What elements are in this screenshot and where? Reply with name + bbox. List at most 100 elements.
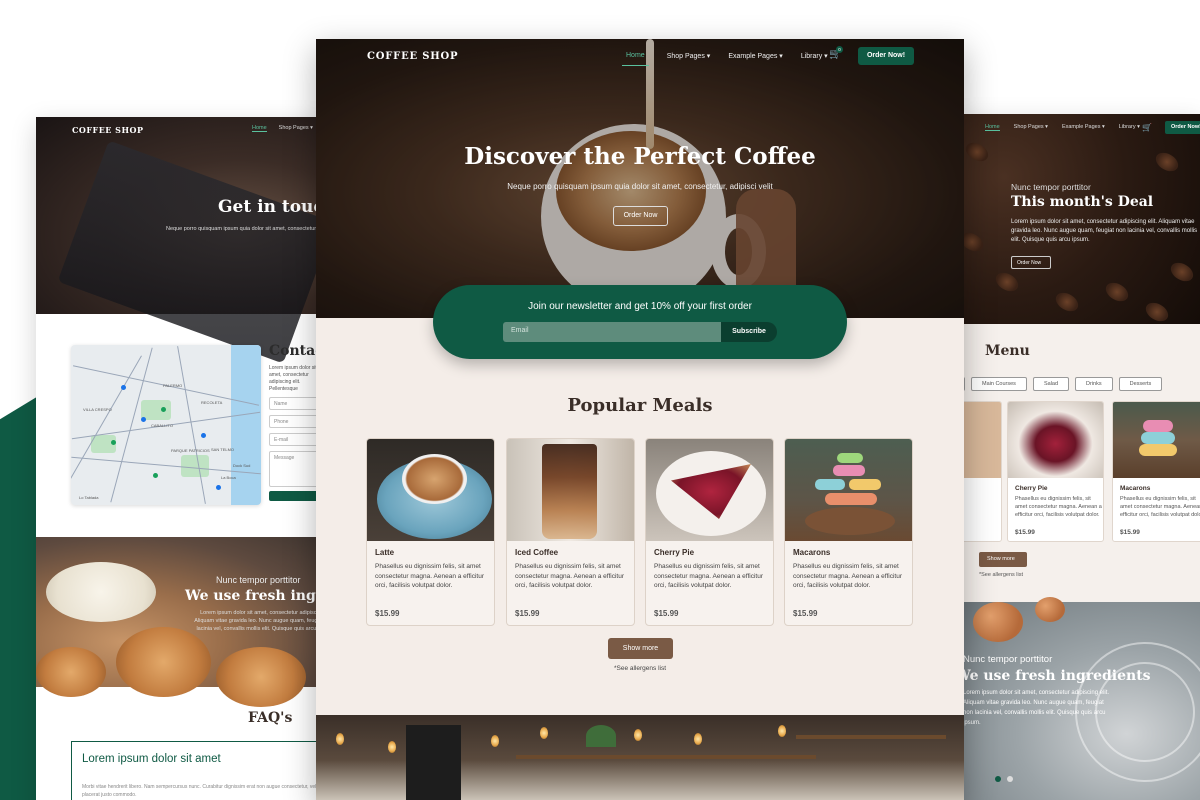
contact-subtitle: Neque porro quisquam ipsum quia dolor si… [166, 226, 317, 232]
nav-example-pages-label: Example Pages [728, 53, 778, 60]
lightbulb [634, 729, 642, 741]
menu-card-price: $15.99 [1015, 529, 1035, 536]
cafe-interior-banner [316, 715, 964, 800]
nav-home[interactable]: Home [622, 52, 649, 66]
menu-page-nav: Home Shop Pages ▾ Example Pages ▾ Librar… [985, 124, 1140, 131]
nav-library[interactable]: Library ▾ [1119, 124, 1140, 131]
map-pin-icon[interactable] [161, 407, 166, 412]
allergens-link[interactable]: *See allergens list [316, 665, 964, 672]
map-pin-icon[interactable] [216, 485, 221, 490]
nav-library[interactable]: Library ▾ [801, 52, 828, 66]
menu-card-title: Macarons [1120, 485, 1151, 492]
map-road [177, 346, 206, 504]
contact-title: Get in touch [218, 197, 326, 217]
fresh-text: Lorem ipsum dolor sit amet, consectetur … [194, 610, 326, 632]
coffee-bean [992, 269, 1022, 295]
menu-card[interactable]: Cherry Pie Phasellus eu dignissim felis,… [1007, 401, 1104, 542]
newsletter-email-input[interactable]: Email [503, 322, 723, 342]
nav-example-pages[interactable]: Example Pages ▾ [1062, 124, 1105, 131]
allergens-link[interactable]: *See allergens list [979, 572, 1023, 578]
menu-card[interactable]: Macarons Phasellus eu dignissim felis, s… [1112, 401, 1200, 542]
map-pin-icon[interactable] [141, 417, 146, 422]
main-nav: Home Shop Pages ▾ Example Pages ▾ Librar… [622, 52, 828, 66]
map-water [231, 345, 261, 505]
show-more-button[interactable]: Show more [979, 552, 1027, 567]
shelf [796, 735, 946, 739]
cherry-pie-image [1008, 402, 1103, 478]
meal-price: $15.99 [375, 609, 400, 618]
coffee-bean [1142, 299, 1172, 325]
meal-desc: Phasellus eu dignissim felis, sit amet c… [793, 563, 903, 589]
meal-card[interactable]: Latte Phasellus eu dignissim felis, sit … [366, 438, 495, 626]
menu-card-title: Cherry Pie [1015, 485, 1048, 492]
tab-salad[interactable]: Salad [1032, 377, 1070, 391]
meal-card[interactable]: Macarons Phasellus eu dignissim felis, s… [784, 438, 913, 626]
map-pin-icon[interactable] [201, 433, 206, 438]
faq-title: FAQ's [248, 710, 293, 726]
lightbulb [388, 741, 396, 753]
nav-shop-pages[interactable]: Shop Pages ▾ [1014, 124, 1048, 131]
meal-desc: Phasellus eu dignissim felis, sit amet c… [375, 563, 485, 589]
nav-example-pages[interactable]: Example Pages ▾ [728, 52, 783, 66]
macaron [849, 479, 881, 490]
meal-card[interactable]: Iced Coffee Phasellus eu dignissim felis… [506, 438, 635, 626]
faq-question[interactable]: Lorem ipsum dolor sit amet [82, 753, 221, 765]
macaron [837, 453, 863, 463]
map-label: PARQUE PATRICIOS [171, 448, 210, 453]
egg-image [973, 602, 1023, 642]
meal-title: Iced Coffee [515, 548, 559, 557]
nav-home[interactable]: Home [985, 124, 1000, 131]
chalkboard [406, 725, 461, 800]
map-pin-icon[interactable] [153, 473, 158, 478]
carousel-dot-active[interactable] [995, 776, 1001, 782]
meal-title: Latte [375, 548, 395, 557]
iced-coffee-glass [542, 444, 597, 539]
popular-meals-title: Popular Meals [567, 395, 713, 416]
map-pin-icon[interactable] [121, 385, 126, 390]
deal-kicker: Nunc tempor porttitor [1011, 182, 1091, 192]
nav-shop-pages[interactable]: Shop Pages ▾ [667, 52, 711, 66]
menu-card-desc: Phasellus eu dignissim felis, sit amet c… [1120, 496, 1200, 518]
fresh-title: We use fresh ingredients [185, 588, 326, 604]
butter-bowl-image [46, 562, 156, 622]
meal-title: Macarons [793, 548, 831, 557]
contact-hero-text: Get in touch Neque porro quisquam ipsum … [36, 117, 326, 317]
brand-logo[interactable]: COFFEE SHOP [367, 51, 458, 62]
deal-title: This month's Deal [1011, 194, 1154, 210]
nav-library-label: Library [800, 53, 823, 60]
hero-overlay [316, 39, 964, 318]
egg-image [1035, 597, 1065, 622]
hero-order-button[interactable]: Order Now [613, 206, 668, 226]
map-label: PALERMO [163, 383, 183, 388]
shelf [516, 755, 816, 759]
carousel-dot[interactable] [1007, 776, 1013, 782]
map-label: RECOLETA [201, 400, 223, 405]
menu-tabs: Main Courses Salad Drinks Desserts [955, 377, 1163, 391]
latte-cup [402, 454, 467, 504]
map-label: VILLA CRESPO [83, 407, 112, 412]
tab-drinks[interactable]: Drinks [1075, 377, 1113, 391]
map-pin-icon[interactable] [111, 440, 116, 445]
latte-image [367, 439, 494, 541]
macaron [815, 479, 845, 490]
wood-stand [805, 507, 895, 535]
deal-order-button[interactable]: Order Now [1011, 256, 1051, 269]
cart-icon[interactable]: 🛒 [1142, 123, 1152, 132]
meal-desc: Phasellus eu dignissim felis, sit amet c… [515, 563, 625, 589]
location-map[interactable]: PALERMO VILLA CRESPO CABALLITO RECOLETA … [71, 345, 261, 505]
fresh-text: Lorem ipsum dolor sit amet, consectetur … [963, 690, 1110, 726]
subscribe-button[interactable]: Subscribe [721, 322, 777, 342]
macarons-image [1113, 402, 1200, 478]
tab-main-courses[interactable]: Main Courses [971, 377, 1027, 391]
coffee-bean [1167, 259, 1197, 285]
order-now-button[interactable]: Order Now! [858, 47, 914, 65]
order-now-button[interactable]: Order Now! [1165, 121, 1200, 134]
cherry-pie-image [646, 439, 773, 541]
meal-card[interactable]: Cherry Pie Phasellus eu dignissim felis,… [645, 438, 774, 626]
meal-price: $15.99 [515, 609, 540, 618]
map-label: CABALLITO [151, 423, 173, 428]
tab-desserts[interactable]: Desserts [1118, 377, 1163, 391]
show-more-button[interactable]: Show more [608, 638, 673, 659]
lightbulb [491, 735, 499, 747]
macaron [1139, 444, 1177, 456]
